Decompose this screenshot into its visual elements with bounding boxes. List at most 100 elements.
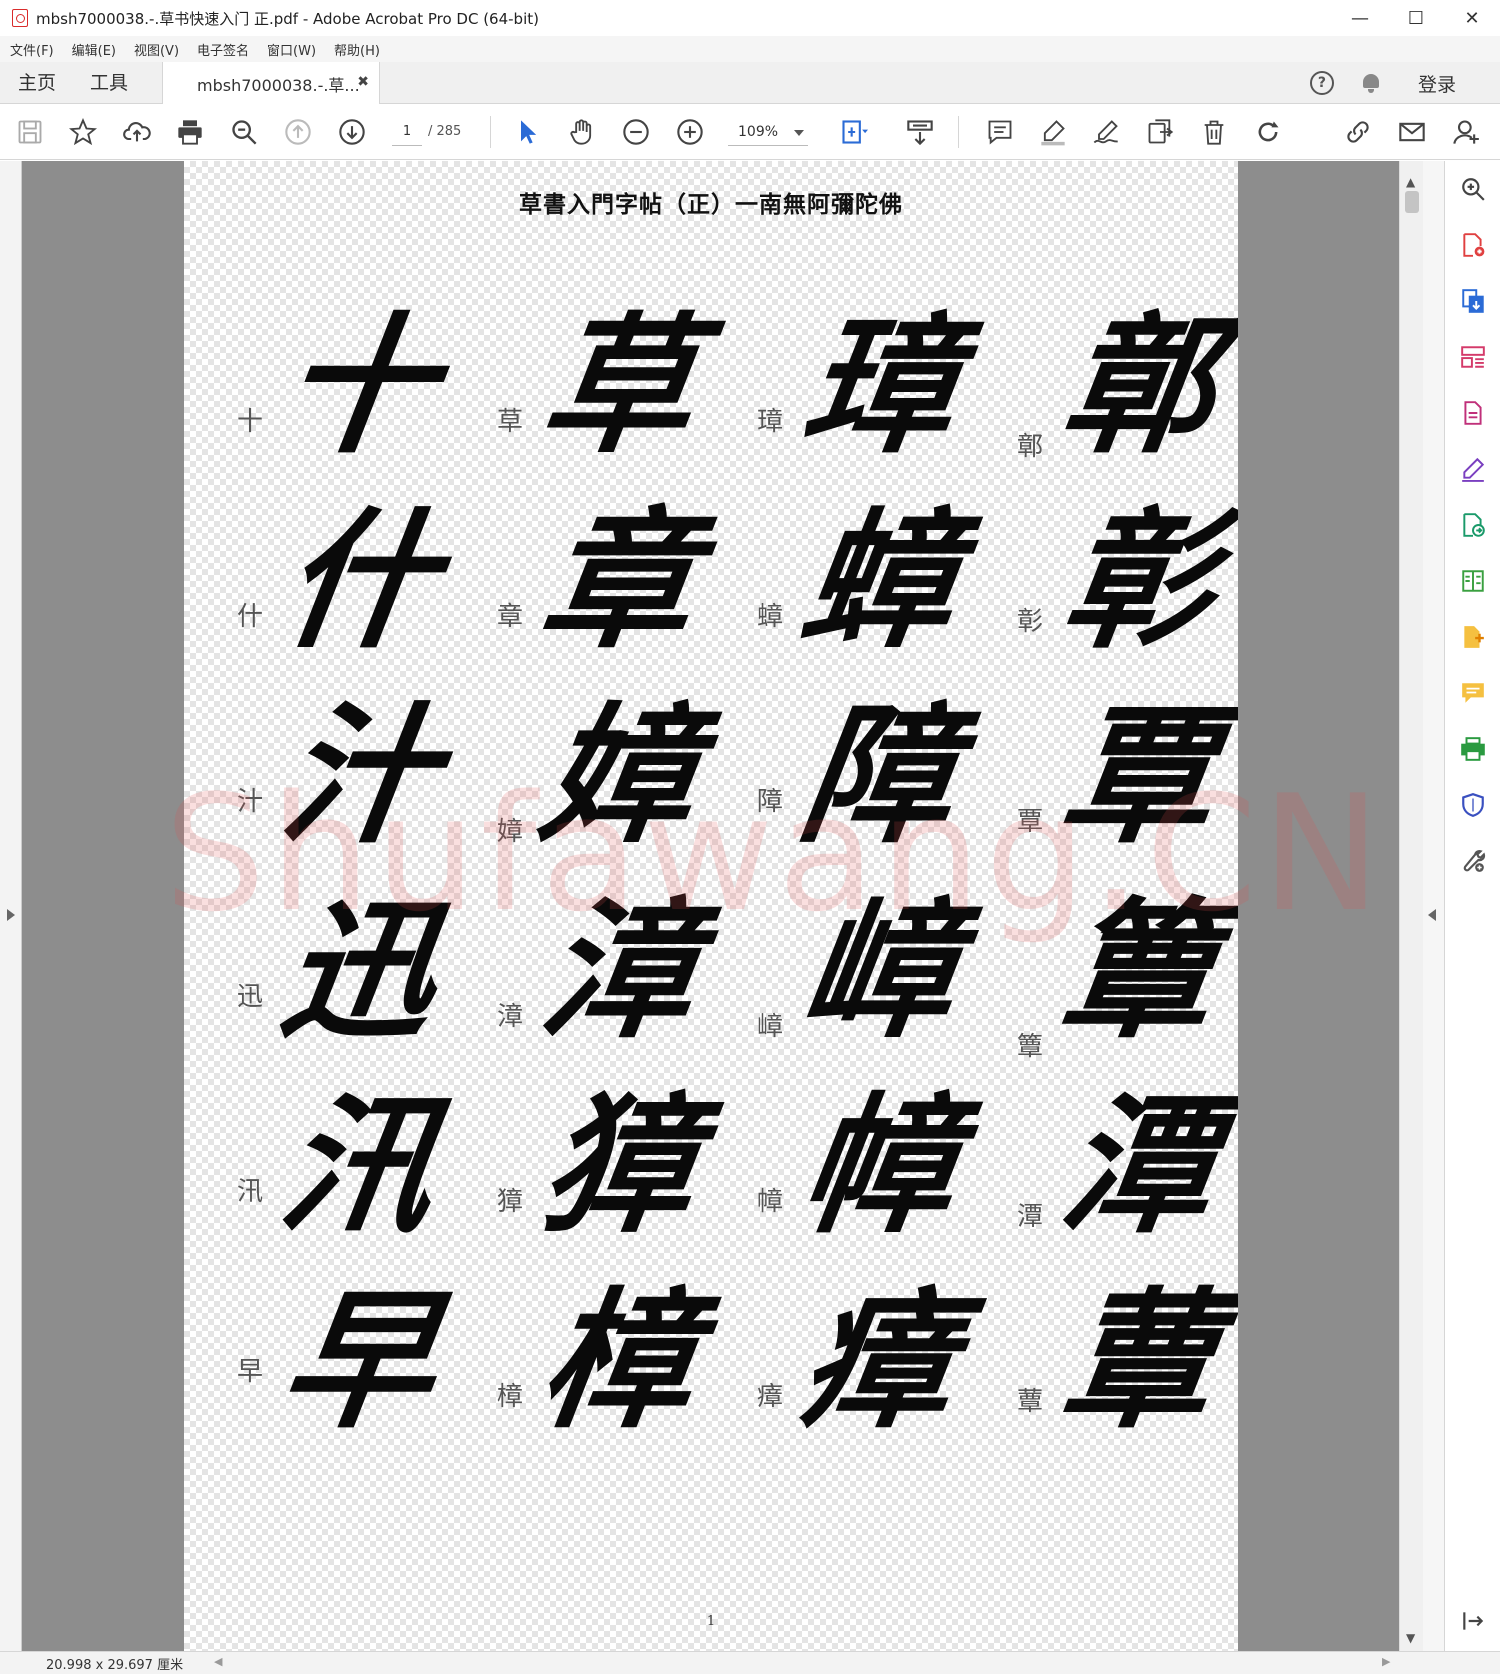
calligraphy-glyph: 迅 (271, 883, 447, 1059)
notification-bell-icon[interactable] (1360, 72, 1382, 94)
collapse-right-panel-icon[interactable] (1428, 909, 1436, 921)
status-bar: 20.998 x 29.697 厘米 ◀ ▶ (0, 1651, 1500, 1674)
zoom-in-icon[interactable] (674, 116, 706, 148)
comment-tool-icon[interactable] (1457, 677, 1489, 709)
character-cell: 漳漳 (464, 876, 706, 1071)
close-tab-icon[interactable]: ✖ (357, 74, 369, 90)
organize-pages-icon[interactable] (1457, 341, 1489, 373)
page-total-label: / 285 (428, 124, 462, 139)
protect-shield-icon[interactable] (1457, 789, 1489, 821)
page-number-input[interactable]: 1 (392, 118, 422, 146)
right-panel-toggle[interactable] (1423, 161, 1444, 1651)
character-label: 迅 (236, 982, 263, 1012)
next-page-icon[interactable] (336, 116, 368, 148)
window-title: mbsh7000038.-.草书快速入门 正.pdf - Adobe Acrob… (36, 9, 539, 28)
hand-tool-icon[interactable] (566, 116, 598, 148)
menu-edit[interactable]: 编辑(E) (72, 40, 116, 59)
stamp-tool-icon[interactable] (1144, 116, 1176, 148)
character-label: 草 (496, 407, 523, 437)
left-panel-toggle[interactable] (0, 161, 22, 1651)
collapse-pane-icon[interactable] (1457, 1605, 1489, 1637)
fit-page-icon[interactable] (838, 116, 870, 148)
calligraphy-glyph: 幛 (791, 1078, 967, 1254)
character-cell: 樟樟 (464, 1266, 706, 1461)
character-cell: 嫜嫜 (464, 681, 706, 876)
maximize-button[interactable]: ☐ (1388, 0, 1444, 36)
email-envelope-icon[interactable] (1396, 116, 1428, 148)
character-label: 獐 (496, 1187, 523, 1217)
tab-home[interactable]: 主页 (18, 62, 56, 104)
scroll-down-icon[interactable]: ▼ (1406, 1631, 1415, 1645)
expand-left-panel-icon[interactable] (7, 909, 15, 921)
tab-tools[interactable]: 工具 (90, 62, 128, 104)
menu-help[interactable]: 帮助(H) (334, 40, 380, 59)
calligraphy-glyph: 瘴 (791, 1273, 967, 1449)
calligraphy-glyph: 覃 (1051, 688, 1227, 864)
export-pdf-icon[interactable] (1457, 285, 1489, 317)
tab-document[interactable]: mbsh7000038.-.草... ✖ (162, 62, 380, 105)
character-cell: 覃覃 (984, 681, 1226, 876)
zoom-out-icon[interactable] (620, 116, 652, 148)
character-cell: 瘴瘴 (724, 1266, 966, 1461)
character-label: 汁 (236, 787, 263, 817)
scrollbar-thumb[interactable] (1405, 191, 1419, 213)
highlight-pen-icon[interactable] (1037, 116, 1069, 148)
compare-files-icon[interactable] (1457, 565, 1489, 597)
cloud-upload-icon[interactable] (121, 116, 153, 148)
minimize-button[interactable]: — (1332, 0, 1388, 36)
zoom-level-select[interactable]: 109% (728, 118, 808, 146)
pdf-page[interactable]: 草書入門字帖（正）一南無阿彌陀佛 十十 什什 汁汁 迅迅 汛汛 早早 草草 章章… (184, 161, 1238, 1651)
comment-icon[interactable] (984, 116, 1016, 148)
calligraphy-glyph: 嫜 (531, 688, 707, 864)
scroll-up-icon[interactable]: ▲ (1406, 175, 1415, 189)
share-user-icon[interactable] (1450, 116, 1482, 148)
undo-rotate-icon[interactable] (1252, 116, 1284, 148)
sign-pen-icon[interactable] (1090, 116, 1122, 148)
character-label: 章 (496, 602, 523, 632)
print-icon[interactable] (174, 116, 206, 148)
create-pdf-icon[interactable] (1457, 229, 1489, 261)
character-label: 障 (756, 787, 783, 817)
calligraphy-glyph: 蟑 (791, 493, 967, 669)
more-tools-wrench-icon[interactable] (1457, 845, 1489, 877)
print-production-icon[interactable] (1457, 733, 1489, 765)
toolbar: 1 / 285 109% (0, 104, 1500, 160)
menu-esign[interactable]: 电子签名 (197, 40, 249, 59)
scroll-mode-icon[interactable] (904, 116, 936, 148)
delete-trash-icon[interactable] (1198, 116, 1230, 148)
find-zoom-icon[interactable] (228, 116, 260, 148)
character-cell: 汛汛 (204, 1071, 446, 1266)
calligraphy-glyph: 章 (531, 493, 707, 669)
calligraphy-glyph: 漳 (531, 883, 707, 1059)
scroll-left-icon[interactable]: ◀ (214, 1655, 222, 1668)
character-cell: 十十 (204, 291, 446, 486)
combine-files-icon[interactable] (1457, 621, 1489, 653)
character-label: 早 (236, 1357, 263, 1387)
zoom-level-value: 109% (738, 124, 779, 140)
bookmark-star-icon[interactable] (67, 116, 99, 148)
tools-pane (1444, 161, 1500, 1651)
menu-window[interactable]: 窗口(W) (267, 40, 316, 59)
document-tab-label: mbsh7000038.-.草... (197, 75, 360, 95)
menu-view[interactable]: 视图(V) (134, 40, 179, 59)
close-window-button[interactable]: ✕ (1444, 0, 1500, 36)
save-icon[interactable] (14, 116, 46, 148)
link-sign-icon[interactable] (1342, 116, 1374, 148)
character-label: 瘴 (756, 1382, 783, 1412)
character-label: 嫜 (496, 817, 523, 847)
send-for-review-icon[interactable] (1457, 509, 1489, 541)
character-cell: 什什 (204, 486, 446, 681)
character-label: 嶂 (756, 1012, 783, 1042)
select-cursor-icon[interactable] (512, 116, 544, 148)
menu-file[interactable]: 文件(F) (10, 40, 54, 59)
scroll-right-icon[interactable]: ▶ (1382, 1655, 1390, 1668)
search-zoom-icon[interactable] (1457, 173, 1489, 205)
character-column-2: 草草 章章 嫜嫜 漳漳 獐獐 樟樟 (464, 291, 706, 1581)
edit-pdf-icon[interactable] (1457, 397, 1489, 429)
vertical-scrollbar[interactable]: ▲ ▼ (1399, 161, 1423, 1651)
previous-page-icon[interactable] (282, 116, 314, 148)
help-icon[interactable]: ? (1309, 71, 1334, 95)
character-cell: 幛幛 (724, 1071, 966, 1266)
login-link[interactable]: 登录 (1418, 70, 1456, 97)
fill-sign-icon[interactable] (1457, 453, 1489, 485)
